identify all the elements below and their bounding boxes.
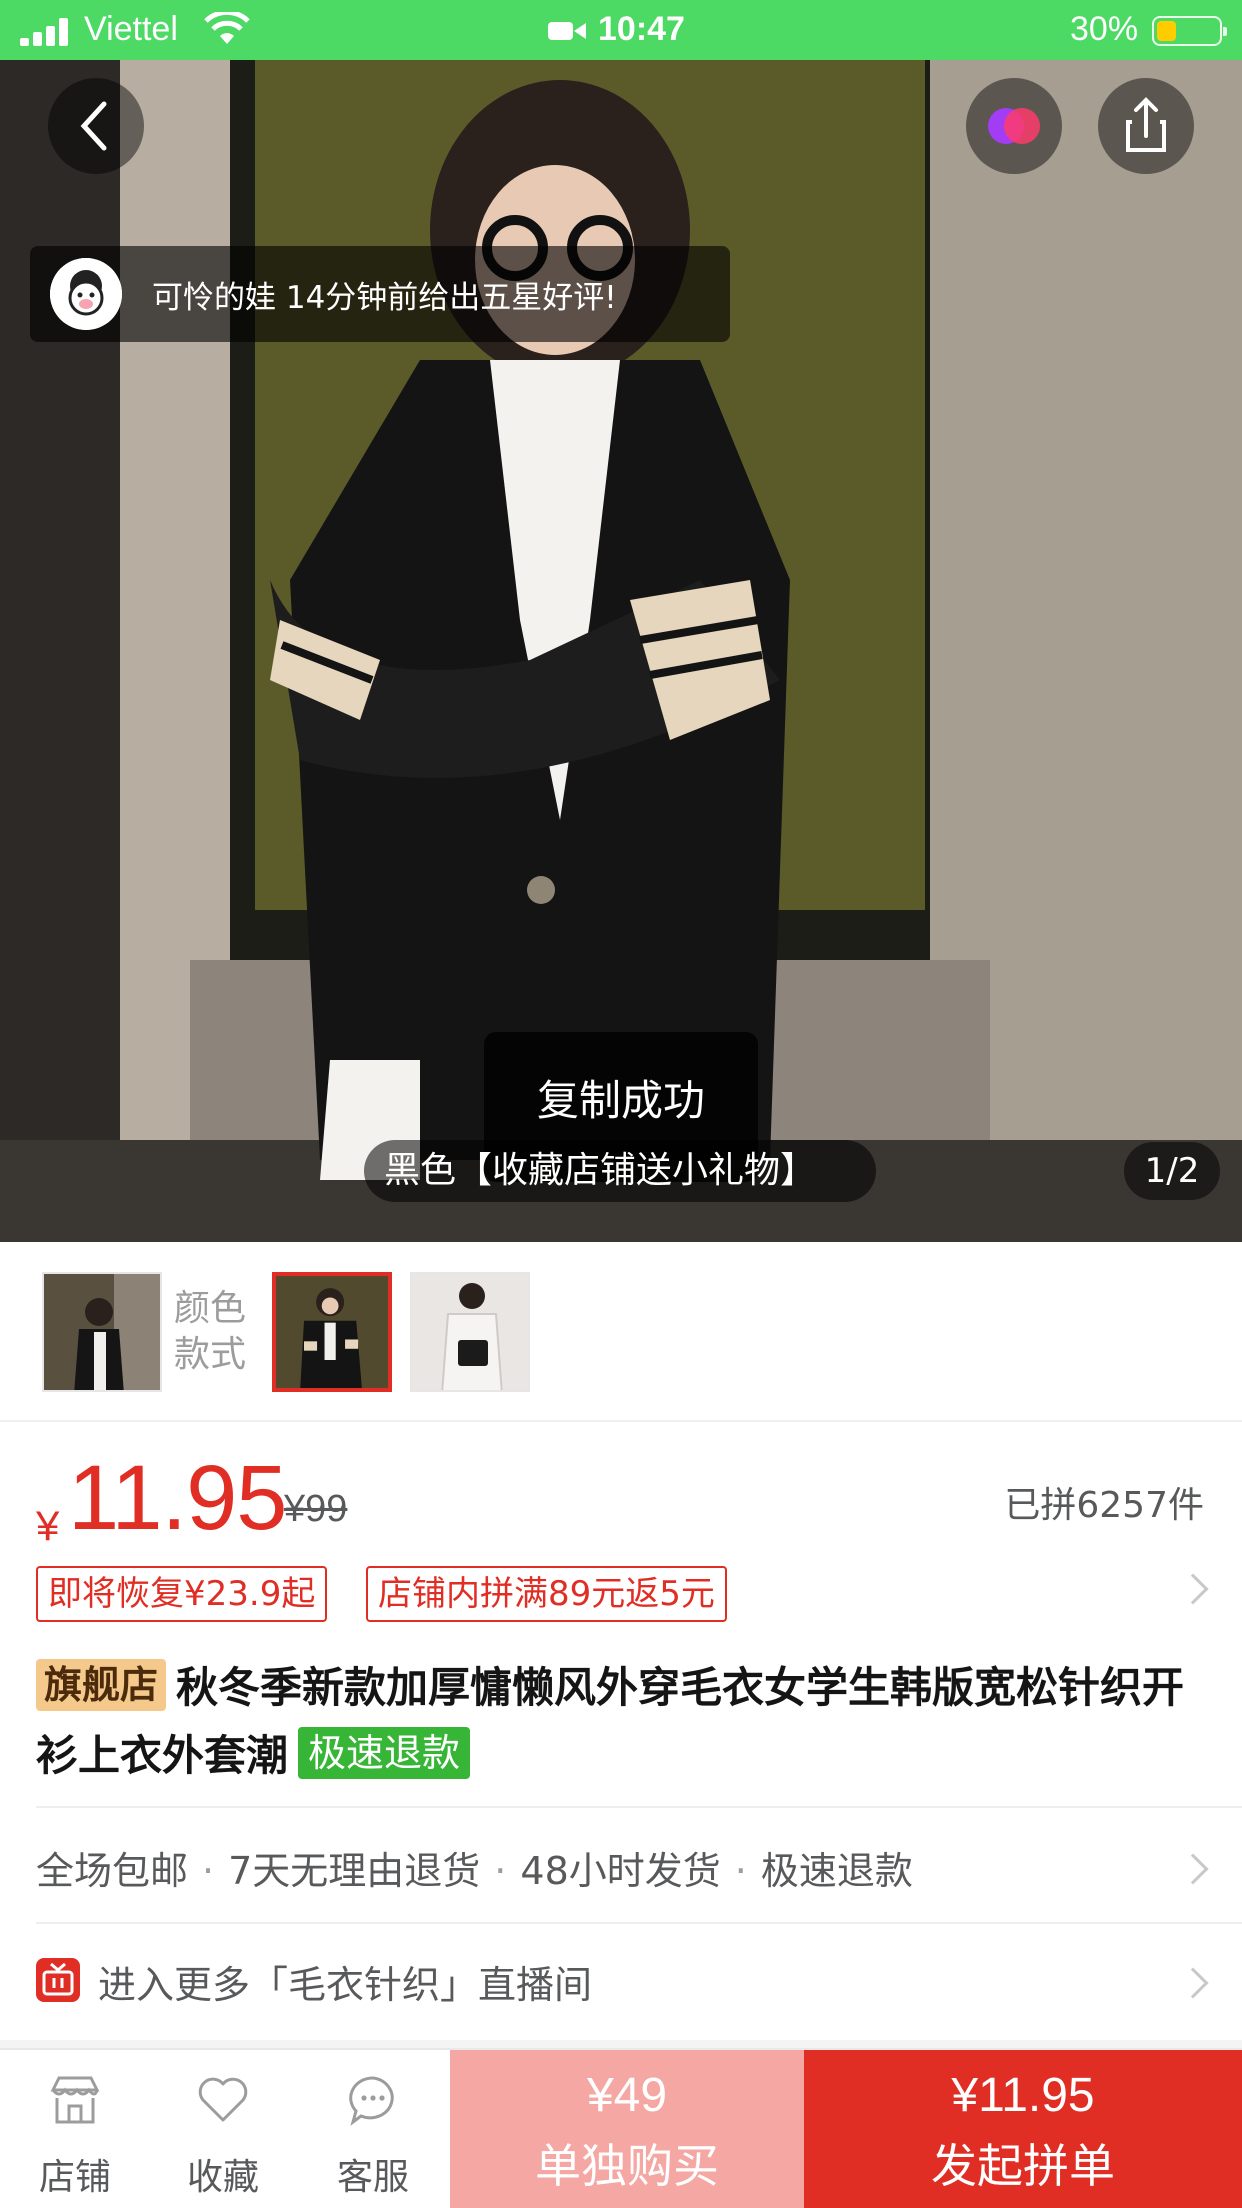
flagship-store-badge: 旗舰店 (36, 1659, 167, 1711)
product-title: 旗舰店 秋冬季新款加厚慵懒风外穿毛衣女学生韩版宽松针织开衫上衣外套潮 极速退款 (36, 1654, 1212, 1790)
buy-alone-button[interactable]: ¥49 单独购买 (450, 2050, 804, 2208)
battery-level (1157, 21, 1176, 41)
favorite-label: 收藏 (186, 2157, 259, 2198)
bottom-action-bar: 店铺 收藏 客服 ¥49 单独购买 ¥11.95 发起拼单 (0, 2048, 1242, 2208)
service-item: 48小时发货 (520, 1849, 721, 1893)
chat-bubble-icon (349, 2076, 394, 2126)
customer-service-label: 客服 (336, 2157, 409, 2198)
status-bar: Viettel 10:47 30% (0, 0, 1242, 60)
chevron-left-icon (80, 101, 107, 151)
favorite-button[interactable]: 收藏 (148, 2050, 298, 2208)
live-button[interactable] (966, 78, 1062, 174)
fast-refund-badge: 极速退款 (298, 1727, 471, 1779)
reviewer-avatar (50, 258, 122, 330)
group-price: 11.95 (68, 1447, 287, 1549)
price-currency: ¥ (36, 1502, 60, 1549)
wifi-icon (204, 12, 250, 44)
start-group-buy-button[interactable]: ¥11.95 发起拼单 (804, 2050, 1242, 2208)
original-price: ¥99 (284, 1488, 348, 1530)
store-label: 店铺 (38, 2157, 111, 2198)
battery-icon (1152, 16, 1227, 46)
thumbnail-3[interactable] (410, 1272, 530, 1392)
product-image-carousel[interactable]: 可怜的娃 14分钟前给出五星好评! 复制成功 黑色【收藏店铺送小礼物】 1/2 (0, 60, 1242, 1242)
thumbnail-2-selected[interactable] (272, 1272, 392, 1392)
share-icon (1126, 97, 1166, 152)
group-buy-label: 发起拼单 (931, 2139, 1115, 2193)
customer-service-button[interactable]: 客服 (298, 2050, 448, 2208)
back-button[interactable] (48, 78, 144, 174)
chevron-right-icon (1177, 1573, 1209, 1605)
carrier-name: Viettel (84, 10, 178, 48)
service-item: 7天无理由退货 (228, 1849, 481, 1893)
divider (36, 1806, 1242, 1808)
review-notification: 可怜的娃 14分钟前给出五星好评! (30, 246, 730, 342)
signal-icon (20, 18, 72, 46)
heart-icon (198, 2077, 248, 2122)
live-room-text: 进入更多「毛衣针织」直播间 (98, 1963, 593, 2007)
overlap-circles-icon (988, 108, 1040, 144)
service-item: 全场包邮 (36, 1849, 189, 1893)
product-title-text: 秋冬季新款加厚慵懒风外穿毛衣女学生韩版宽松针织开衫上衣外套潮 (36, 1663, 1185, 1780)
video-camera-icon (548, 22, 586, 40)
battery-percent: 30% (1070, 10, 1139, 48)
thumbnail-1[interactable] (42, 1272, 162, 1392)
store-promo-tag: 店铺内拼满89元返5元 (366, 1566, 727, 1622)
divider (36, 1922, 1242, 1924)
share-button[interactable] (1098, 78, 1194, 174)
clock: 10:47 (598, 10, 685, 48)
service-guarantees[interactable]: 全场包邮 · 7天无理由退货 · 48小时发货 · 极速退款 (36, 1840, 1206, 1898)
solo-price: ¥49 (586, 2069, 668, 2122)
store-button[interactable]: 店铺 (0, 2050, 150, 2208)
live-room-link[interactable]: 进入更多「毛衣针织」直播间 (36, 1954, 1206, 2012)
solo-label: 单独购买 (535, 2139, 719, 2193)
group-buy-price: ¥11.95 (951, 2069, 1095, 2122)
live-tv-icon (36, 1958, 80, 2002)
store-icon (50, 2076, 100, 2124)
service-item: 极速退款 (760, 1849, 913, 1893)
sold-count: 已拼6257件 (1004, 1485, 1204, 1526)
sku-label: 黑色【收藏店铺送小礼物】 (364, 1140, 876, 1202)
sku-caption: 颜色款式 (174, 1288, 247, 1375)
review-text: 可怜的娃 14分钟前给出五星好评! (152, 280, 617, 316)
sku-thumbnail-row: 颜色款式 (0, 1242, 1242, 1422)
restore-price-tag: 即将恢复¥23.9起 (36, 1566, 328, 1622)
page-indicator: 1/2 (1124, 1142, 1220, 1200)
